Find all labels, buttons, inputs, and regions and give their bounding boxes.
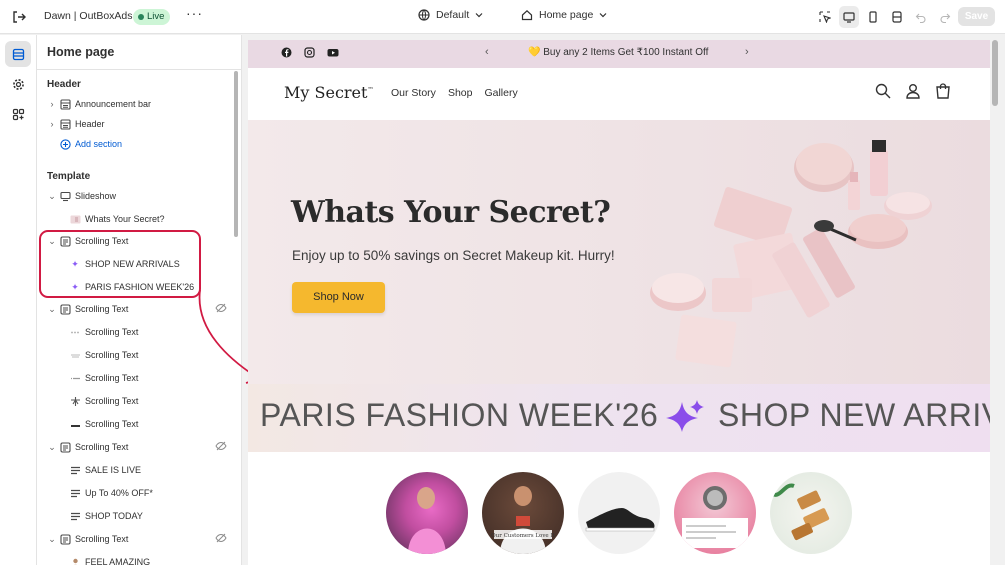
search-icon[interactable] [875, 83, 891, 99]
main-nav: Our Story Shop Gallery [391, 87, 518, 99]
next-announcement-button[interactable]: › [745, 46, 749, 58]
sparkle-icon [666, 400, 704, 432]
nav-link-our-story[interactable]: Our Story [391, 87, 436, 99]
cart-icon[interactable] [935, 83, 951, 99]
collection-caption: Our Customers Love It [491, 533, 555, 539]
youtube-icon[interactable] [327, 47, 339, 58]
account-icon[interactable] [905, 83, 921, 99]
hero-heading: Whats Your Secret? [291, 195, 611, 230]
hero-subheading: Enjoy up to 50% savings on Secret Makeup… [292, 248, 615, 263]
collection-circle-customers[interactable]: Our Customers Love It [482, 472, 564, 554]
preview-scrollbar[interactable] [992, 40, 998, 106]
collection-circles: Our Customers Love It [248, 452, 990, 565]
marquee-text-arrivals: SHOP NEW ARRIVALS [718, 397, 990, 433]
nav-link-gallery[interactable]: Gallery [484, 87, 517, 99]
scrolling-text-banner: PARIS FASHION WEEK'26 SHOP NEW ARRIVALS [248, 384, 990, 452]
instagram-icon[interactable] [304, 47, 315, 58]
makeup-products-image [650, 140, 932, 368]
storefront-preview: ‹ 💛 Buy any 2 Items Get ₹100 Instant Off… [248, 40, 990, 565]
announcement-text: 💛 Buy any 2 Items Get ₹100 Instant Off [528, 47, 709, 58]
logo-text: My Secret [284, 83, 368, 102]
header-icons [875, 83, 951, 99]
collection-circle-fashion[interactable] [386, 472, 468, 554]
social-icons [281, 47, 339, 58]
store-logo[interactable]: My Secret™ [284, 83, 373, 102]
nav-link-shop[interactable]: Shop [448, 87, 473, 99]
marquee-text-paris: PARIS FASHION WEEK'26 [260, 397, 659, 433]
collection-circle-skincare[interactable] [770, 472, 852, 554]
collection-circle-reviews[interactable] [674, 472, 756, 554]
site-header: My Secret™ Our Story Shop Gallery [248, 68, 990, 120]
prev-announcement-button[interactable]: ‹ [485, 46, 489, 58]
logo-trademark: ™ [367, 86, 374, 94]
collection-circle-shoes[interactable] [578, 472, 660, 554]
hero-slideshow: Whats Your Secret? Enjoy up to 50% savin… [248, 120, 990, 384]
facebook-icon[interactable] [281, 47, 292, 58]
shop-now-button[interactable]: Shop Now [292, 282, 385, 313]
announcement-bar: ‹ 💛 Buy any 2 Items Get ₹100 Instant Off… [248, 40, 990, 68]
